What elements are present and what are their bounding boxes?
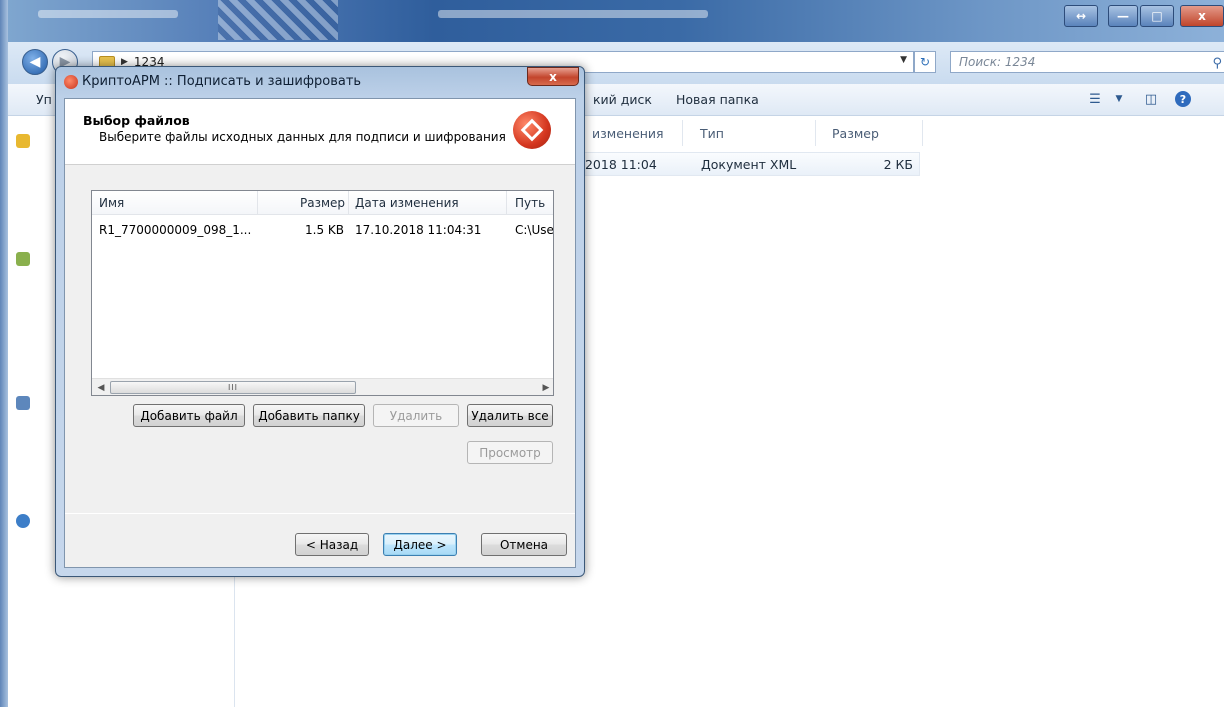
file-modified: .2018 11:04 — [581, 157, 657, 172]
divider — [65, 513, 575, 514]
computer-icon — [16, 396, 30, 410]
toolbar-new-folder[interactable]: Новая папка — [676, 92, 759, 107]
column-divider[interactable] — [506, 191, 507, 215]
explorer-titlebar: ↔ — □ x — [8, 0, 1224, 42]
wallpaper-graphic — [218, 0, 338, 40]
cancel-button[interactable]: Отмена — [481, 533, 567, 556]
column-size[interactable]: Размер — [832, 126, 879, 141]
dialog-title: КриптоАРМ :: Подписать и зашифровать — [82, 74, 362, 89]
file-size: 1.5 KB — [305, 223, 344, 237]
help-icon: ? — [1175, 91, 1191, 107]
favorites-icon — [16, 134, 30, 148]
remove-button[interactable]: Удалить — [373, 404, 459, 427]
file-list[interactable]: Имя Размер Дата изменения Путь R1_770000… — [91, 190, 554, 396]
file-path: C:\Use — [515, 223, 554, 237]
scroll-left-icon[interactable]: ◀ — [93, 381, 109, 394]
wizard-step-subtitle: Выберите файлы исходных данных для подпи… — [99, 130, 506, 144]
column-type[interactable]: Тип — [700, 126, 724, 141]
refresh-button[interactable]: ↻ — [914, 51, 936, 73]
scroll-thumb[interactable]: III — [110, 381, 356, 394]
dialog-close-button[interactable]: x — [527, 67, 579, 86]
column-divider[interactable] — [257, 191, 258, 215]
file-list-header: изменения Тип Размер — [580, 120, 925, 146]
file-list-header: Имя Размер Дата изменения Путь — [92, 191, 553, 215]
toolbar-organize[interactable]: Уп — [36, 92, 52, 107]
window-left-frame — [0, 0, 8, 707]
restore-size-button[interactable]: ↔ — [1064, 5, 1098, 27]
column-divider[interactable] — [348, 191, 349, 215]
chevron-down-icon[interactable]: ▼ — [900, 55, 907, 65]
view-options-icon[interactable]: ☰ — [1084, 90, 1106, 108]
file-name: R1_7700000009_098_1... — [99, 223, 252, 237]
preview-pane-icon[interactable]: ◫ — [1140, 90, 1162, 108]
network-icon — [16, 514, 30, 528]
dialog-body: Выбор файлов Выберите файлы исходных дан… — [64, 98, 576, 568]
file-type: Документ XML — [701, 157, 797, 172]
column-divider[interactable] — [815, 120, 816, 146]
refresh-icon: ↻ — [919, 55, 931, 69]
scroll-right-icon[interactable]: ▶ — [538, 381, 553, 394]
maximize-button[interactable]: □ — [1140, 5, 1174, 27]
column-divider[interactable] — [682, 120, 683, 146]
toolbar-burn-disk[interactable]: кий диск — [593, 92, 652, 107]
column-size[interactable]: Размер — [300, 196, 345, 210]
arrow-left-icon: ◀ — [29, 54, 41, 70]
column-path[interactable]: Путь — [515, 196, 545, 210]
file-size: 2 КБ — [883, 157, 913, 172]
wizard-header: Выбор файлов Выберите файлы исходных дан… — [65, 99, 575, 165]
minimize-button[interactable]: — — [1108, 5, 1138, 27]
libraries-icon — [16, 252, 30, 266]
preview-button[interactable]: Просмотр — [467, 441, 553, 464]
horizontal-scrollbar[interactable]: ◀ III ▶ — [92, 378, 553, 395]
back-button[interactable]: ◀ — [22, 49, 48, 75]
search-icon[interactable]: ⚲ — [1212, 54, 1222, 74]
chevron-down-icon[interactable]: ▼ — [1108, 90, 1130, 108]
back-button[interactable]: < Назад — [295, 533, 369, 556]
column-date[interactable]: Дата изменения — [355, 196, 459, 210]
search-input[interactable]: Поиск: 1234 ⚲ — [950, 51, 1224, 73]
help-button[interactable]: ? — [1172, 90, 1194, 108]
cryptoarm-app-icon — [64, 75, 78, 89]
column-name[interactable]: Имя — [99, 196, 124, 210]
remove-all-button[interactable]: Удалить все — [467, 404, 553, 427]
close-window-button[interactable]: x — [1180, 5, 1224, 27]
cryptoarm-dialog: КриптоАРМ :: Подписать и зашифровать x В… — [55, 66, 585, 577]
add-file-button[interactable]: Добавить файл — [133, 404, 245, 427]
wizard-step-title: Выбор файлов — [83, 113, 190, 128]
cryptoarm-logo-icon — [513, 111, 551, 149]
column-divider[interactable] — [922, 120, 923, 146]
column-modified[interactable]: изменения — [592, 126, 664, 141]
next-button[interactable]: Далее > — [383, 533, 457, 556]
file-date: 17.10.2018 11:04:31 — [355, 223, 482, 237]
file-row[interactable]: .2018 11:04 Документ XML 2 КБ — [580, 152, 920, 176]
blurred-title-text — [438, 10, 708, 18]
blurred-title-text — [38, 10, 178, 18]
add-folder-button[interactable]: Добавить папку — [253, 404, 365, 427]
search-placeholder: Поиск: 1234 — [959, 55, 1036, 69]
